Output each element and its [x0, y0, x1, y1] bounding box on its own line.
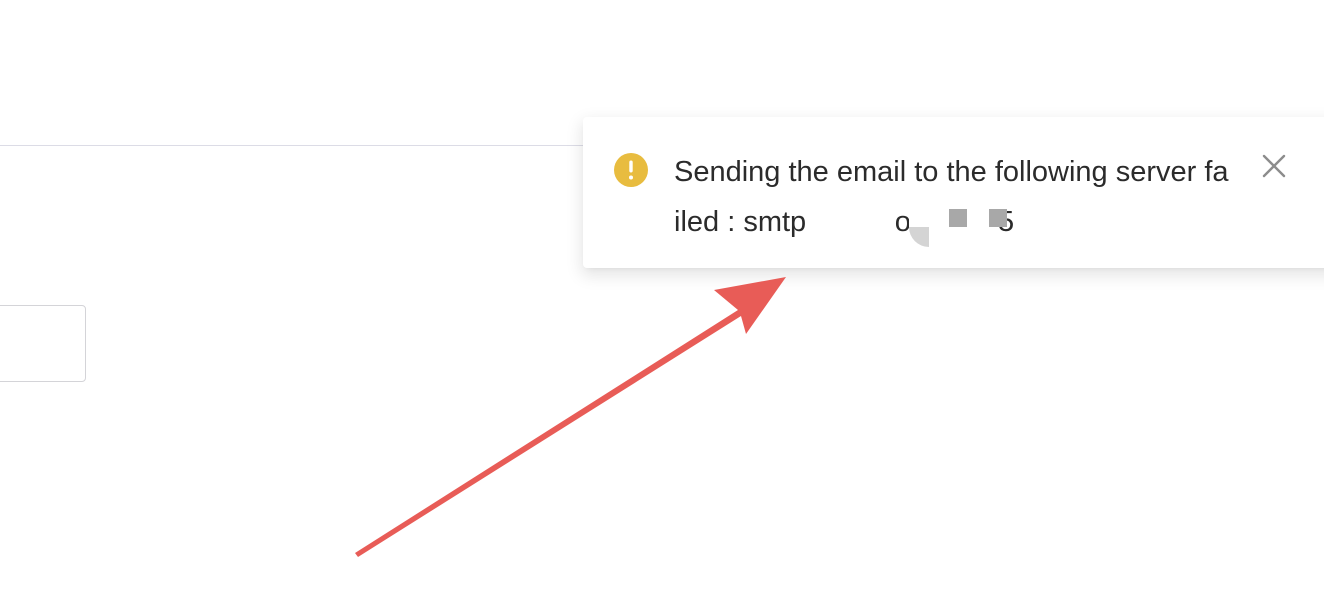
annotation-arrow-icon	[355, 277, 786, 557]
redaction-block	[989, 209, 1007, 227]
close-icon[interactable]	[1259, 151, 1289, 181]
redaction-block	[949, 209, 967, 227]
text-input[interactable]	[0, 305, 86, 382]
warning-notification: Sending the email to the following serve…	[583, 117, 1324, 268]
header-divider	[0, 145, 600, 146]
exclamation-circle-icon	[614, 153, 648, 187]
